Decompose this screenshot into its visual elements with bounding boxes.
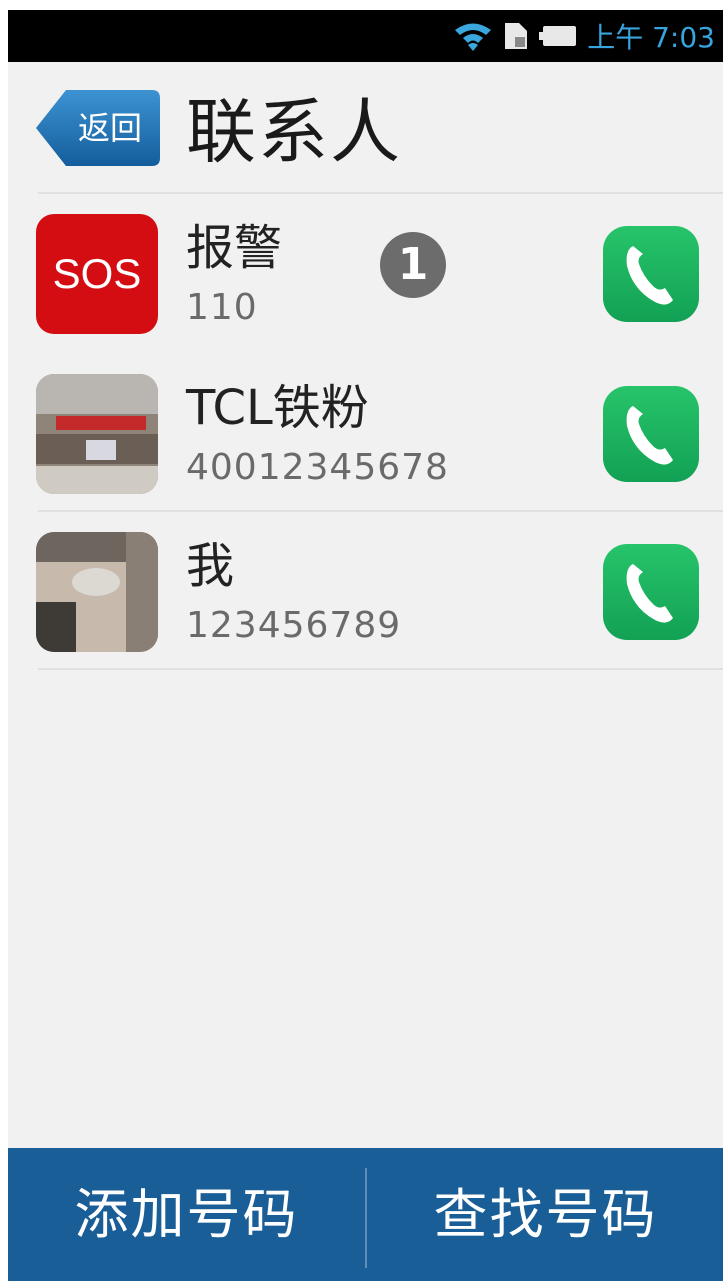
contact-name: 报警: [186, 220, 283, 276]
call-button[interactable]: [603, 226, 699, 322]
contact-row-tcl[interactable]: TCL铁粉 40012345678: [8, 354, 723, 512]
page-title: 联系人: [186, 91, 402, 173]
contact-name: TCL铁粉: [186, 380, 369, 436]
divider: [38, 668, 723, 670]
contact-row-me[interactable]: 我 123456789: [8, 512, 723, 670]
contact-number: 40012345678: [186, 447, 449, 488]
battery-icon: [539, 26, 577, 46]
sos-avatar: SOS: [36, 214, 158, 334]
wifi-icon: [455, 23, 492, 51]
add-number-button[interactable]: 添加号码: [8, 1148, 365, 1281]
contact-number: 123456789: [186, 605, 402, 646]
count-badge: 1: [380, 232, 446, 298]
call-button[interactable]: [603, 544, 699, 640]
contact-number: 110: [186, 287, 258, 328]
call-button[interactable]: [603, 386, 699, 482]
status-bar: 上午 7:03: [8, 10, 723, 62]
back-button[interactable]: 返回: [36, 88, 160, 168]
header: 返回 联系人: [8, 62, 723, 192]
status-time: 上午 7:03: [587, 21, 715, 54]
screen: 上午 7:03 返回 联系人 SOS 报警 110 1 TCL铁粉 400123…: [8, 10, 723, 1281]
back-label: 返回: [77, 109, 142, 147]
contact-row-police[interactable]: SOS 报警 110 1: [8, 194, 723, 352]
status-icons: 上午 7:03: [453, 18, 715, 54]
contact-name: 我: [186, 538, 235, 594]
phone-icon: [626, 406, 673, 465]
sim-icon: [505, 23, 528, 49]
phone-icon: [626, 564, 673, 623]
contact-photo: [36, 532, 158, 652]
bottom-bar: 添加号码 查找号码: [8, 1148, 723, 1281]
phone-icon: [626, 246, 673, 305]
find-number-button[interactable]: 查找号码: [367, 1148, 723, 1281]
contact-photo: [36, 374, 158, 494]
